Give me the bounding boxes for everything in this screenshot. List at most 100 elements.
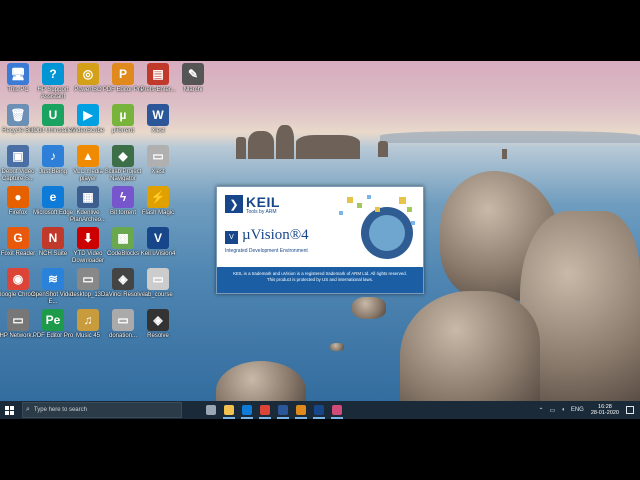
network-icon[interactable]: ▭ bbox=[550, 407, 556, 414]
keil-logo-icon: ❯ bbox=[225, 195, 243, 213]
desktop-icon[interactable]: ⚡ Flash Magic bbox=[136, 186, 180, 230]
app-icon: ▲ bbox=[77, 145, 99, 167]
taskbar-app-chrome[interactable] bbox=[256, 401, 274, 419]
app-icon: ⚡ bbox=[147, 186, 169, 208]
taskbar-app-task-view[interactable] bbox=[202, 401, 220, 419]
desktop-icon[interactable]: W Xlest bbox=[136, 104, 180, 148]
foreground-rock bbox=[330, 343, 344, 351]
app-icon: ◈ bbox=[112, 268, 134, 290]
app-icon: ▭ bbox=[77, 268, 99, 290]
taskbar-app-pdf[interactable] bbox=[292, 401, 310, 419]
app-icon: ▦ bbox=[77, 186, 99, 208]
desktop-icon[interactable]: V Keil uVision4 bbox=[136, 227, 180, 271]
app-icon: V bbox=[147, 227, 169, 249]
app-icon: ϟ bbox=[112, 186, 134, 208]
app-icon: ◉ bbox=[7, 268, 29, 290]
product-subtitle: Integrated Development Environment bbox=[225, 248, 308, 254]
desktop-icon-label: Keil uVision4 bbox=[140, 251, 176, 257]
app-icon: ◈ bbox=[147, 309, 169, 331]
app-icon: ▭ bbox=[147, 145, 169, 167]
app-icon: ◆ bbox=[112, 145, 134, 167]
clock-date: 28-01-2020 bbox=[590, 410, 619, 416]
desktop-icon-label: Xlest bbox=[151, 128, 165, 134]
app-icon: ? bbox=[42, 63, 64, 85]
desktop-icon-label: Flash Magic bbox=[141, 210, 175, 216]
keil-splash-window: ❯ KEIL Tools by ARM V µVision®4 Integrat… bbox=[216, 186, 424, 294]
clock[interactable]: 16:28 28-01-2020 bbox=[591, 404, 619, 416]
tufa-tower bbox=[276, 125, 294, 159]
desktop-icon-label: lab_course bbox=[143, 292, 173, 298]
keil-logo: ❯ KEIL Tools by ARM bbox=[225, 194, 287, 215]
app-icon: ◎ bbox=[77, 63, 99, 85]
keil-brand: KEIL bbox=[246, 194, 280, 210]
app-icon: N bbox=[42, 227, 64, 249]
keil-icon bbox=[314, 405, 324, 415]
desktop-icon-label: Xlest bbox=[151, 169, 165, 175]
task-view-icon bbox=[206, 405, 216, 415]
notification-icon[interactable] bbox=[626, 406, 634, 414]
app-icon: W bbox=[147, 104, 169, 126]
windows-icon bbox=[4, 405, 14, 415]
app-icon: ▭ bbox=[7, 309, 29, 331]
app-icon: e bbox=[42, 186, 64, 208]
chip-mosaic-graphic bbox=[339, 195, 415, 259]
search-box[interactable]: ⌕ Type here to search bbox=[22, 402, 182, 418]
desktop-icon[interactable]: ▭ Xlest bbox=[136, 145, 180, 189]
keil-brand-sub: Tools by ARM bbox=[246, 209, 277, 215]
taskbar-app-keil[interactable] bbox=[310, 401, 328, 419]
start-button[interactable] bbox=[0, 401, 18, 419]
app-icon: ▭ bbox=[147, 268, 169, 290]
foreground-rock bbox=[352, 297, 386, 319]
language-indicator[interactable]: ENG bbox=[571, 407, 584, 413]
app-icon: ▣ bbox=[7, 145, 29, 167]
tufa-tower bbox=[378, 141, 388, 157]
system-tray: ⌃ ▭ ◖ ENG 16:28 28-01-2020 bbox=[536, 401, 640, 419]
far-shore bbox=[380, 131, 640, 143]
tufa-tower bbox=[502, 149, 507, 159]
taskbar-apps bbox=[202, 401, 346, 419]
taskbar-app-edge[interactable] bbox=[238, 401, 256, 419]
desktop-icon[interactable]: ✎ Nlarchi bbox=[171, 63, 215, 107]
app-icon: ♫ bbox=[77, 309, 99, 331]
app-icon: ▩ bbox=[112, 227, 134, 249]
app-icon: P bbox=[112, 63, 134, 85]
app-icon: G bbox=[7, 227, 29, 249]
uvision-icon: V bbox=[225, 231, 238, 244]
foreground-rock bbox=[400, 291, 540, 419]
app-icon: µ bbox=[112, 104, 134, 126]
app-icon: ♪ bbox=[42, 145, 64, 167]
taskbar-app-app[interactable] bbox=[328, 401, 346, 419]
app-icon: ✎ bbox=[182, 63, 204, 85]
tufa-tower bbox=[296, 135, 360, 159]
chrome-icon bbox=[260, 405, 270, 415]
app-icon: ⬇ bbox=[77, 227, 99, 249]
app-icon: ● bbox=[7, 186, 29, 208]
desktop-icon[interactable]: ◈ Resolve bbox=[136, 309, 180, 353]
product-title: µVision®4 bbox=[242, 227, 309, 243]
desktop-icon-label: Nlarchi bbox=[183, 87, 203, 93]
taskbar-app-file-explorer[interactable] bbox=[220, 401, 238, 419]
taskbar-app-word[interactable] bbox=[274, 401, 292, 419]
app-icon: Pe bbox=[42, 309, 64, 331]
pdf-icon bbox=[296, 405, 306, 415]
legal-notice: KEIL is a trademark and uVision is a reg… bbox=[217, 267, 423, 293]
edge-icon bbox=[242, 405, 252, 415]
chevron-up-icon[interactable]: ⌃ bbox=[539, 407, 544, 414]
taskbar: ⌕ Type here to search ⌃ ▭ ◖ ENG 16:28 28… bbox=[0, 401, 640, 419]
app-icon bbox=[332, 405, 342, 415]
app-icon: 🗑 bbox=[7, 104, 29, 126]
tufa-tower bbox=[248, 131, 274, 159]
desktop-icon-label: Resolve bbox=[147, 333, 169, 339]
tufa-tower bbox=[236, 137, 246, 159]
app-icon: ▭ bbox=[112, 309, 134, 331]
file-explorer-icon bbox=[224, 405, 234, 415]
app-icon: 🖥 bbox=[7, 63, 29, 85]
legal-line-2: This product is protected by US and inte… bbox=[266, 277, 374, 282]
search-icon: ⌕ bbox=[26, 406, 30, 413]
word-icon bbox=[278, 405, 288, 415]
volume-icon[interactable]: ◖ bbox=[561, 407, 565, 413]
search-placeholder: Type here to search bbox=[33, 407, 87, 413]
desktop-icon[interactable]: ▭ lab_course bbox=[136, 268, 180, 312]
app-icon: U bbox=[42, 104, 64, 126]
app-icon: ▶ bbox=[77, 104, 99, 126]
